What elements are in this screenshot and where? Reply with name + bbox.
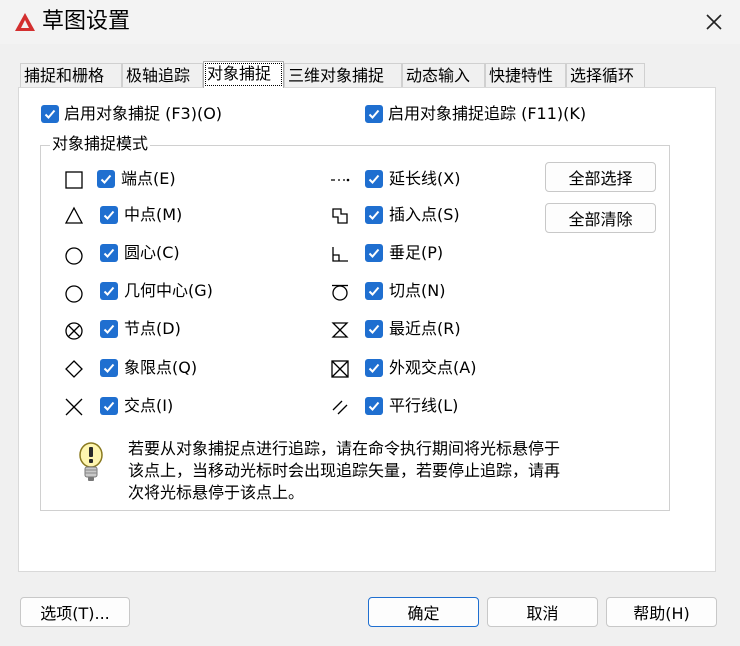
quadrant-label[interactable]: 象限点(Q) bbox=[124, 358, 197, 378]
parallel-icon bbox=[332, 400, 348, 415]
checkmark-icon bbox=[103, 286, 115, 296]
snap-modes-group-title: 对象捕捉模式 bbox=[50, 134, 151, 154]
insertion-icon bbox=[332, 208, 348, 224]
checkmark-icon bbox=[368, 109, 380, 119]
geometric-center-checkbox[interactable] bbox=[100, 282, 118, 300]
enable-tracking-checkbox[interactable] bbox=[365, 105, 383, 123]
checkmark-icon bbox=[44, 109, 56, 119]
tangent-checkbox[interactable] bbox=[365, 282, 383, 300]
midpoint-triangle-icon bbox=[64, 206, 84, 224]
apparent-intersection-icon bbox=[331, 360, 349, 378]
lightbulb-icon bbox=[79, 442, 103, 481]
endpoint-label[interactable]: 端点(E) bbox=[121, 169, 176, 189]
checkmark-icon bbox=[100, 174, 112, 184]
node-label[interactable]: 节点(D) bbox=[124, 319, 181, 339]
checkmark-icon bbox=[368, 210, 380, 220]
checkmark-icon bbox=[368, 286, 380, 296]
enable-tracking-label[interactable]: 启用对象捕捉追踪 (F11)(K) bbox=[388, 104, 586, 124]
quadrant-diamond-icon bbox=[65, 360, 83, 378]
tab-quick-properties[interactable]: 快捷特性 bbox=[485, 63, 566, 87]
intersection-x-icon bbox=[65, 398, 83, 416]
tip-line: 该点上，当移动光标时会出现追踪矢量，若要停止追踪，请再 bbox=[128, 461, 561, 480]
autocad-logo-icon bbox=[15, 13, 35, 31]
endpoint-checkbox[interactable] bbox=[97, 170, 115, 188]
enable-osnap-label[interactable]: 启用对象捕捉 (F3)(O) bbox=[64, 104, 222, 124]
tab-polar-tracking[interactable]: 极轴追踪 bbox=[122, 63, 203, 87]
geometric-center-circle-icon bbox=[65, 285, 83, 303]
center-label[interactable]: 圆心(C) bbox=[124, 243, 180, 263]
nearest-checkbox[interactable] bbox=[365, 320, 383, 338]
checkmark-icon bbox=[368, 174, 380, 184]
checkmark-icon bbox=[368, 363, 380, 373]
tangent-label[interactable]: 切点(N) bbox=[389, 281, 445, 301]
extension-checkbox[interactable] bbox=[365, 170, 383, 188]
tab-object-snap[interactable]: 对象捕捉 bbox=[203, 61, 284, 88]
parallel-checkbox[interactable] bbox=[365, 397, 383, 415]
help-button[interactable]: 帮助(H) bbox=[606, 597, 717, 627]
select-all-button[interactable]: 全部选择 bbox=[545, 162, 656, 192]
apparent-intersection-checkbox[interactable] bbox=[365, 359, 383, 377]
node-icon bbox=[65, 322, 83, 340]
parallel-label[interactable]: 平行线(L) bbox=[389, 396, 458, 416]
tab-3d-object-snap[interactable]: 三维对象捕捉 bbox=[284, 63, 402, 87]
insertion-label[interactable]: 插入点(S) bbox=[389, 205, 460, 225]
window-title: 草图设置 bbox=[42, 9, 131, 34]
quadrant-checkbox[interactable] bbox=[100, 359, 118, 377]
clear-all-button[interactable]: 全部清除 bbox=[545, 203, 656, 233]
endpoint-square-icon bbox=[65, 171, 83, 189]
ok-button[interactable]: 确定 bbox=[368, 597, 479, 627]
center-circle-icon bbox=[65, 247, 83, 265]
apparent-intersection-label[interactable]: 外观交点(A) bbox=[389, 358, 476, 378]
midpoint-label[interactable]: 中点(M) bbox=[124, 205, 182, 225]
tab-selection-cycling[interactable]: 选择循环 bbox=[566, 63, 645, 87]
intersection-label[interactable]: 交点(I) bbox=[124, 396, 173, 416]
midpoint-checkbox[interactable] bbox=[100, 206, 118, 224]
tab-dynamic-input[interactable]: 动态输入 bbox=[402, 63, 485, 87]
tip-line: 次将光标悬停于该点上。 bbox=[128, 483, 305, 502]
nearest-label[interactable]: 最近点(R) bbox=[389, 319, 461, 339]
checkmark-icon bbox=[103, 324, 115, 334]
checkmark-icon bbox=[103, 248, 115, 258]
checkmark-icon bbox=[368, 324, 380, 334]
insertion-checkbox[interactable] bbox=[365, 206, 383, 224]
enable-osnap-checkbox[interactable] bbox=[41, 105, 59, 123]
node-checkbox[interactable] bbox=[100, 320, 118, 338]
intersection-checkbox[interactable] bbox=[100, 397, 118, 415]
checkmark-icon bbox=[368, 248, 380, 258]
close-button[interactable] bbox=[700, 8, 728, 36]
cancel-button[interactable]: 取消 bbox=[487, 597, 598, 627]
extension-icon bbox=[331, 178, 350, 182]
tip-line: 若要从对象捕捉点进行追踪，请在命令执行期间将光标悬停于 bbox=[128, 439, 561, 458]
perpendicular-label[interactable]: 垂足(P) bbox=[389, 243, 443, 263]
checkmark-icon bbox=[103, 401, 115, 411]
tab-snap-grid[interactable]: 捕捉和栅格 bbox=[20, 63, 122, 87]
nearest-hourglass-icon bbox=[331, 322, 349, 338]
tracking-tip-text: 若要从对象捕捉点进行追踪，请在命令执行期间将光标悬停于 该点上，当移动光标时会出… bbox=[128, 438, 628, 504]
center-checkbox[interactable] bbox=[100, 244, 118, 262]
options-button[interactable]: 选项(T)... bbox=[20, 597, 130, 627]
perpendicular-checkbox[interactable] bbox=[365, 244, 383, 262]
tangent-icon bbox=[332, 284, 348, 301]
geometric-center-label[interactable]: 几何中心(G) bbox=[124, 281, 213, 301]
checkmark-icon bbox=[103, 210, 115, 220]
close-icon bbox=[706, 14, 722, 30]
extension-label[interactable]: 延长线(X) bbox=[389, 169, 460, 189]
perpendicular-icon bbox=[332, 247, 348, 262]
checkmark-icon bbox=[103, 363, 115, 373]
checkmark-icon bbox=[368, 401, 380, 411]
